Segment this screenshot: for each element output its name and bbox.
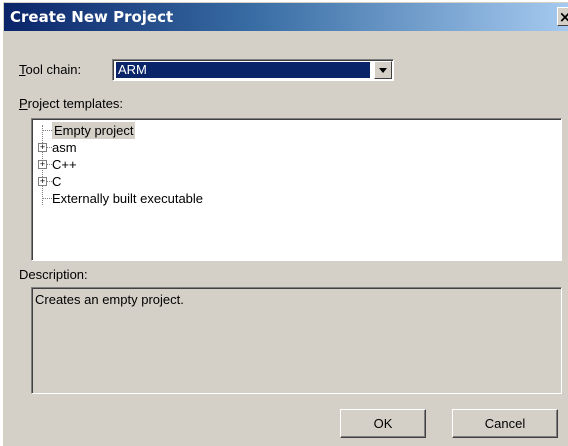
tree-item-label: Externally built executable	[52, 191, 204, 206]
tree-item-label: C	[52, 174, 62, 189]
toolchain-label: Tool chain:	[19, 62, 82, 77]
description-box: Creates an empty project.	[31, 287, 562, 394]
plus-box-icon[interactable]: +	[38, 143, 47, 152]
plus-box-icon[interactable]: +	[38, 177, 47, 186]
title-bar[interactable]: Create New Project ×	[4, 3, 568, 31]
tree-item-label: asm	[52, 140, 77, 155]
dialog-title: Create New Project	[10, 8, 174, 26]
toolchain-value: ARM	[116, 62, 370, 78]
create-new-project-dialog: Create New Project × Tool chain: ARM Pro…	[3, 2, 568, 446]
plus-box-icon[interactable]: +	[38, 160, 47, 169]
close-icon: ×	[558, 8, 568, 26]
project-templates-tree[interactable]: Empty project + asm + C++ + C Externally…	[31, 118, 562, 261]
description-text: Creates an empty project.	[35, 292, 184, 307]
ok-button[interactable]: OK	[340, 409, 426, 438]
chevron-down-icon[interactable]	[374, 61, 392, 79]
toolchain-select[interactable]: ARM	[112, 59, 394, 81]
tree-item-label: C++	[52, 157, 77, 172]
description-label: Description:	[19, 267, 88, 282]
tree-branch-line	[43, 198, 52, 199]
close-button[interactable]: ×	[557, 7, 568, 26]
tree-item-label: Empty project	[52, 122, 136, 139]
cancel-button[interactable]: Cancel	[452, 409, 558, 438]
tree-branch-line	[43, 130, 52, 131]
templates-label: Project templates:	[19, 96, 124, 111]
